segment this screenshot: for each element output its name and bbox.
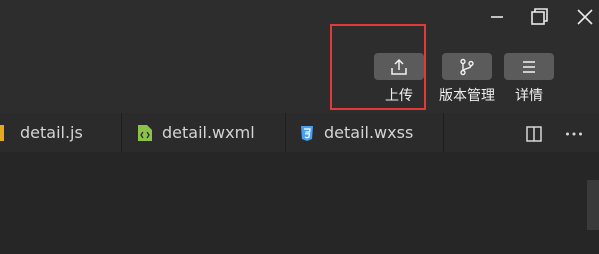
details-label: 详情	[515, 88, 543, 104]
tab-detail-wxml[interactable]: detail.wxml	[122, 113, 286, 152]
version-tool[interactable]: 版本管理	[439, 53, 495, 105]
branch-icon	[460, 58, 474, 75]
wxml-file-icon	[138, 124, 152, 141]
version-management-button[interactable]	[442, 53, 492, 80]
tab-detail-js[interactable]: detail.js	[0, 113, 122, 152]
minimize-icon[interactable]	[486, 6, 508, 28]
tab-label: detail.wxss	[324, 123, 414, 142]
highlight-box	[330, 24, 426, 110]
more-icon[interactable]	[564, 124, 584, 144]
restore-icon[interactable]	[529, 6, 551, 28]
tab-label: detail.wxml	[162, 123, 255, 142]
close-icon[interactable]	[574, 6, 596, 28]
editor-tab-bar: detail.js detail.wxml detail.wxss	[0, 113, 599, 152]
tab-label: detail.js	[20, 123, 83, 142]
js-file-icon	[0, 124, 4, 141]
tab-detail-wxss[interactable]: detail.wxss	[286, 113, 444, 152]
css3-file-icon	[301, 125, 313, 141]
details-button[interactable]	[504, 53, 554, 80]
title-bar: 上传 版本管理 详情	[0, 0, 599, 112]
menu-icon	[523, 60, 535, 73]
editor-scrollbar[interactable]	[587, 180, 599, 230]
split-editor-icon[interactable]	[524, 124, 544, 144]
version-management-label: 版本管理	[439, 88, 495, 104]
details-tool[interactable]: 详情	[504, 53, 554, 105]
editor-area[interactable]	[0, 152, 599, 254]
